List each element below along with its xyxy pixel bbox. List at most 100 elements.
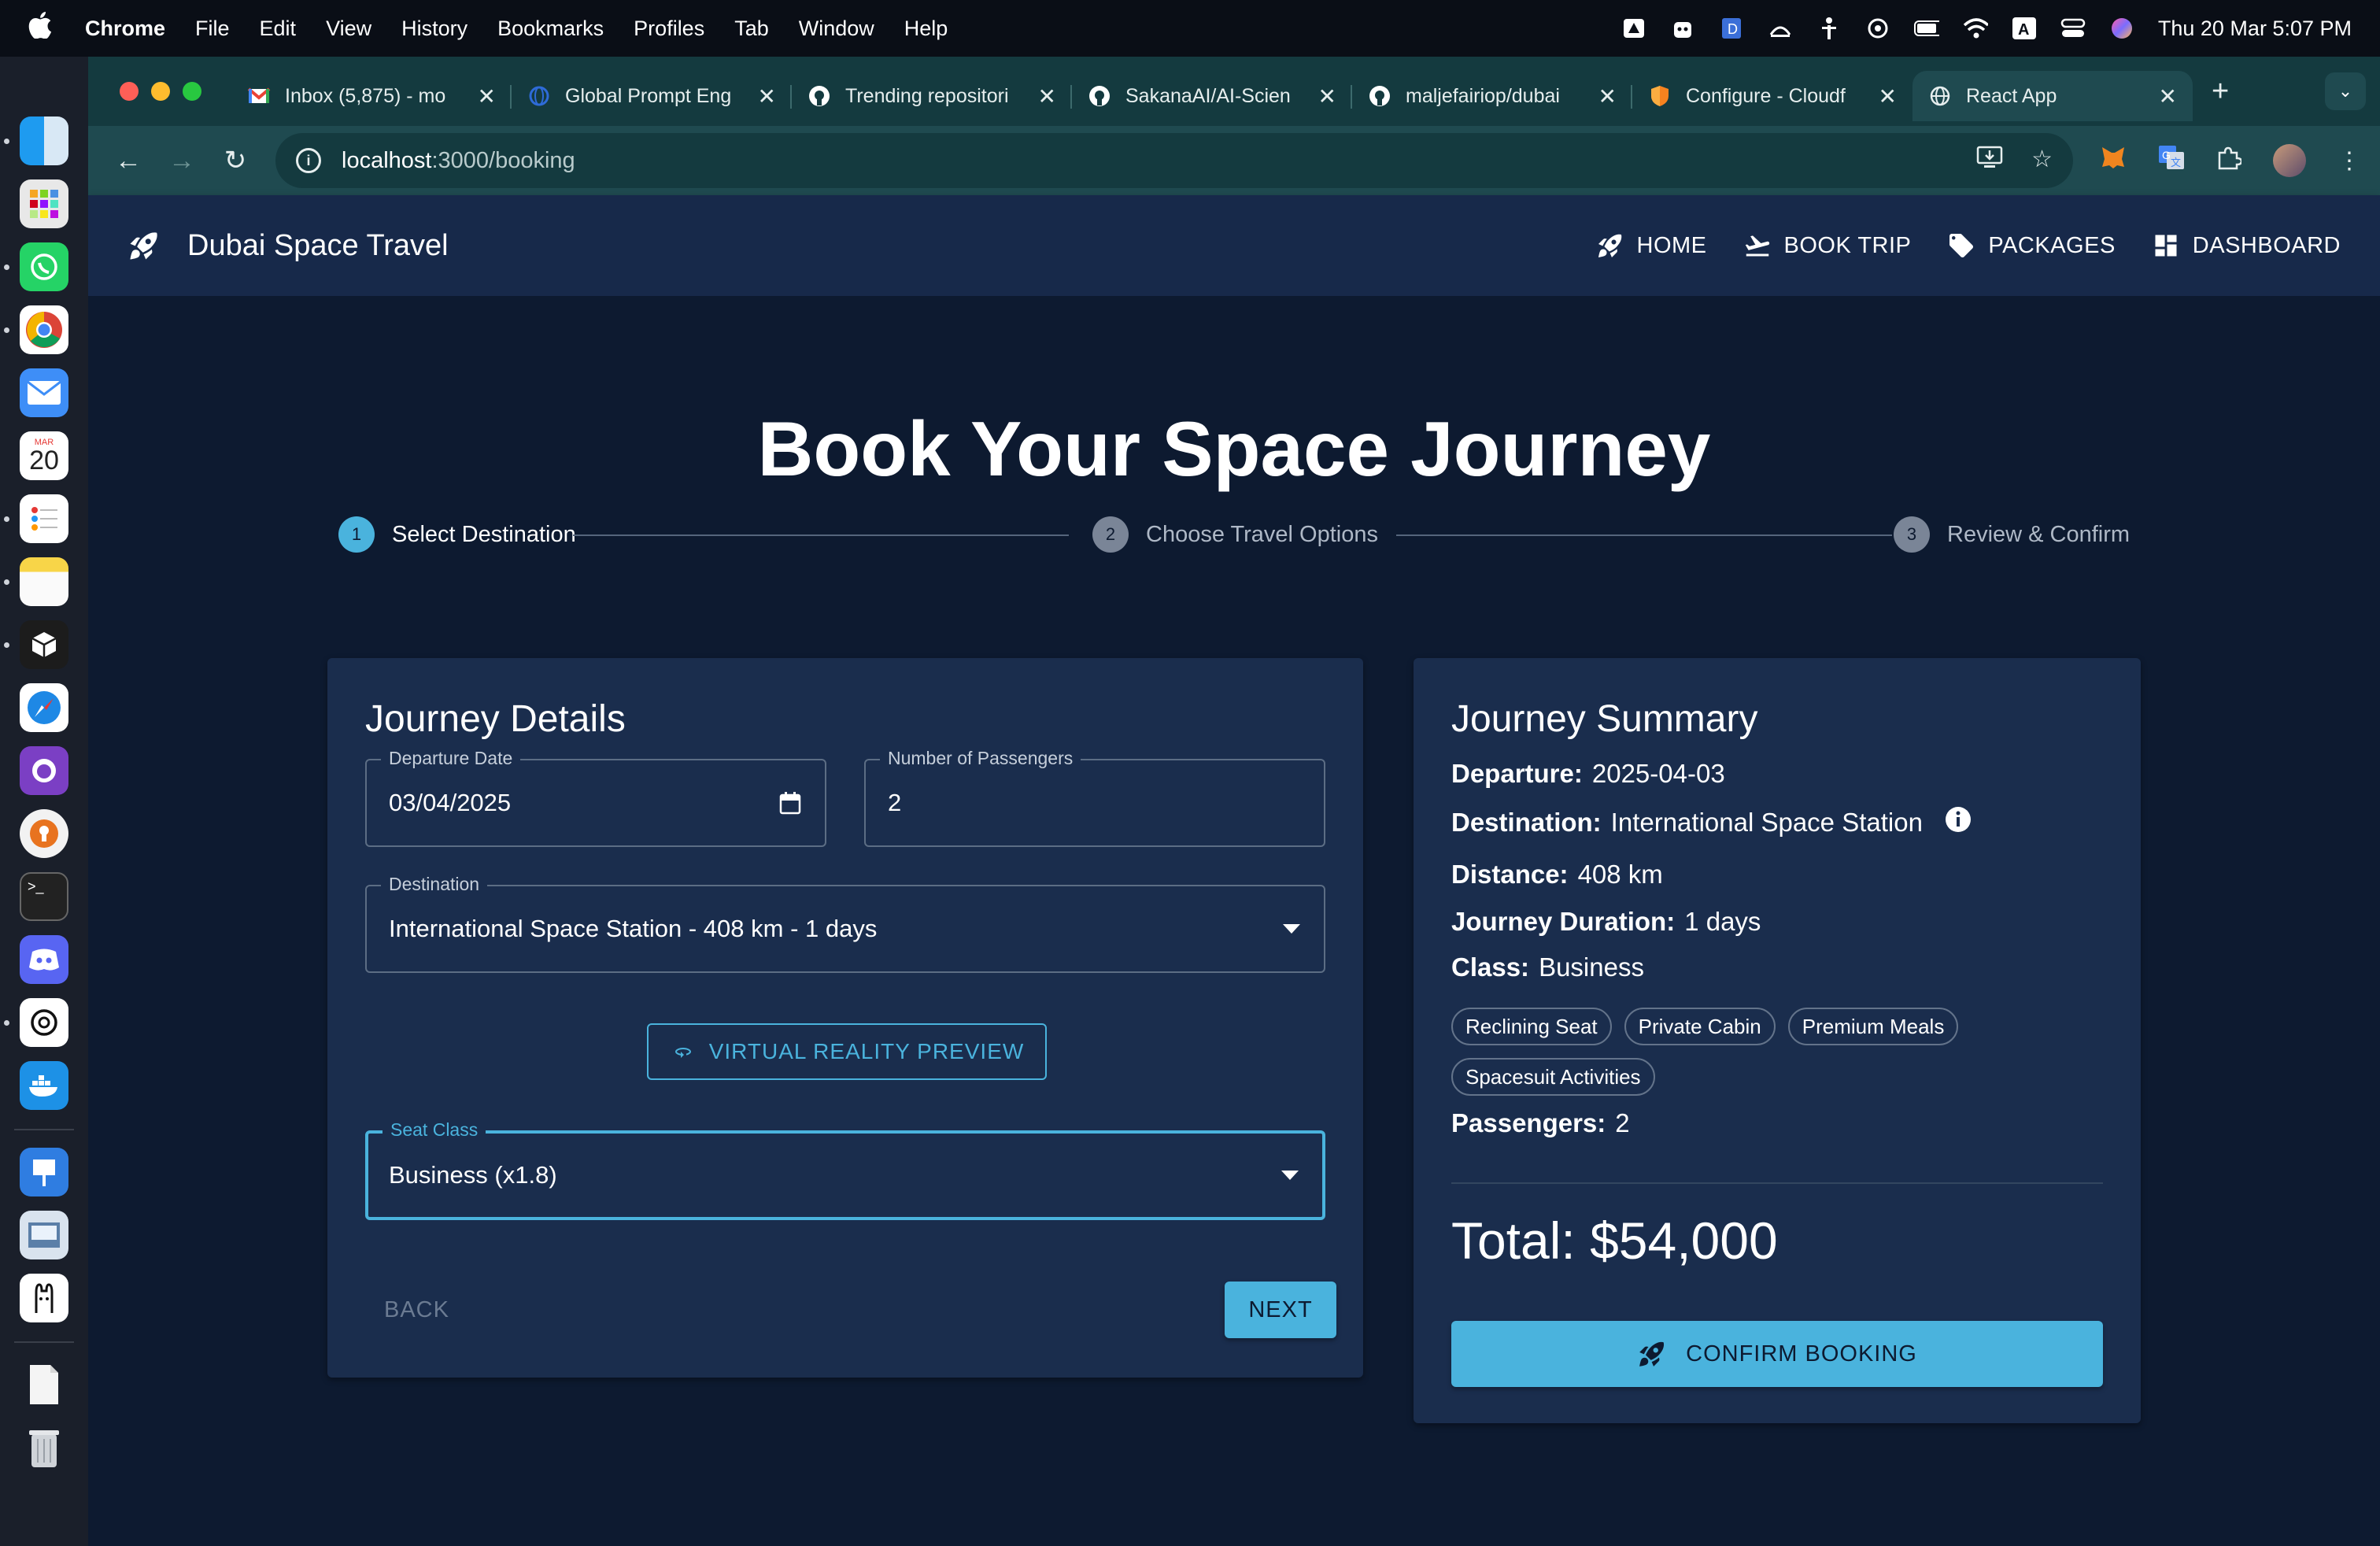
calendar-icon[interactable] — [779, 760, 801, 845]
trash-icon[interactable] — [20, 1423, 68, 1472]
menu-file[interactable]: File — [195, 17, 230, 41]
notes-icon[interactable] — [4, 557, 68, 606]
documents-folder-icon[interactable] — [20, 1360, 68, 1409]
close-tab-icon[interactable]: ✕ — [1318, 83, 1336, 109]
zoom-window-button[interactable] — [183, 82, 201, 101]
control-center-icon[interactable] — [2060, 16, 2086, 41]
install-app-icon[interactable] — [1976, 146, 2003, 176]
dropdown-arrow-icon[interactable] — [1281, 1134, 1299, 1217]
confirm-booking-button[interactable]: CONFIRM BOOKING — [1451, 1321, 2103, 1387]
keyhole-app-icon[interactable] — [20, 809, 68, 858]
seat-class-select[interactable]: Seat Class Business (x1.8) — [365, 1119, 1325, 1220]
tab-global-prompt[interactable]: Global Prompt Eng ✕ — [512, 71, 792, 121]
address-bar[interactable]: i localhost:3000/booking ☆ — [275, 133, 2073, 188]
tab-sakana[interactable]: SakanaAI/AI-Scien ✕ — [1072, 71, 1352, 121]
menu-profiles[interactable]: Profiles — [634, 17, 704, 41]
back-button[interactable]: BACK — [384, 1297, 449, 1323]
stage-icon[interactable] — [1768, 16, 1793, 41]
mail-icon[interactable] — [20, 368, 68, 417]
dropdown-arrow-icon[interactable] — [1283, 886, 1300, 971]
departure-date-field[interactable]: Departure Date 03/04/2025 — [365, 748, 826, 847]
destination-select[interactable]: Destination International Space Station … — [365, 874, 1325, 973]
launchpad-icon[interactable] — [20, 179, 68, 228]
github-icon — [1088, 84, 1111, 108]
close-tab-icon[interactable]: ✕ — [758, 83, 776, 109]
close-window-button[interactable] — [120, 82, 139, 101]
tab-react-app[interactable]: React App ✕ — [1913, 71, 2193, 121]
keynote-icon[interactable] — [20, 1148, 68, 1196]
docker-icon[interactable] — [20, 1061, 68, 1110]
nav-book-trip[interactable]: BOOK TRIP — [1743, 231, 1912, 260]
journey-summary-heading: Journey Summary — [1451, 698, 1758, 740]
forward-arrow-icon[interactable]: → — [161, 139, 203, 183]
finder-icon[interactable] — [4, 117, 68, 165]
drive-icon[interactable] — [1621, 16, 1646, 41]
close-tab-icon[interactable]: ✕ — [1879, 83, 1897, 109]
calendar-icon[interactable]: MAR 20 — [20, 431, 68, 480]
svg-text:文: 文 — [2171, 157, 2181, 168]
wifi-icon[interactable] — [1963, 16, 1988, 41]
ollama-icon[interactable] — [20, 1274, 68, 1322]
accessibility-icon[interactable] — [1816, 16, 1842, 41]
menu-edit[interactable]: Edit — [260, 17, 297, 41]
close-tab-icon[interactable]: ✕ — [2159, 83, 2177, 109]
dictionary-icon[interactable]: D — [1719, 16, 1744, 41]
new-tab-icon[interactable]: + — [2212, 75, 2229, 109]
menu-history[interactable]: History — [401, 17, 468, 41]
menu-chrome[interactable]: Chrome — [85, 17, 165, 41]
next-button[interactable]: NEXT — [1225, 1282, 1336, 1338]
step-select-destination[interactable]: 1 Select Destination — [338, 516, 576, 553]
tab-dubai-repo[interactable]: maljefairiop/dubai ✕ — [1352, 71, 1632, 121]
nav-dashboard-label: DASHBOARD — [2192, 232, 2341, 258]
tab-cloudflare[interactable]: Configure - Cloudf ✕ — [1632, 71, 1913, 121]
metamask-fox-icon[interactable] — [2100, 145, 2127, 176]
menubar-clock[interactable]: Thu 20 Mar 5:07 PM — [2158, 17, 2352, 41]
menu-window[interactable]: Window — [799, 17, 874, 41]
vr-preview-button[interactable]: VIRTUAL REALITY PREVIEW — [647, 1023, 1047, 1080]
tab-gmail[interactable]: Inbox (5,875) - mo ✕ — [231, 71, 512, 121]
extensions-puzzle-icon[interactable] — [2216, 145, 2243, 176]
tab-trending[interactable]: Trending repositori ✕ — [792, 71, 1072, 121]
passengers-label: Number of Passengers — [880, 748, 1081, 769]
reminders-icon[interactable] — [4, 494, 68, 543]
whatsapp-icon[interactable] — [4, 242, 68, 291]
discord-icon[interactable] — [20, 935, 68, 984]
more-menu-icon[interactable]: ⋮ — [2338, 147, 2361, 175]
apple-menu-icon[interactable] — [28, 11, 54, 46]
minimize-window-button[interactable] — [151, 82, 170, 101]
siri-icon[interactable] — [2109, 16, 2134, 41]
menu-bookmarks[interactable]: Bookmarks — [497, 17, 604, 41]
close-tab-icon[interactable]: ✕ — [1038, 83, 1056, 109]
bookmark-star-icon[interactable]: ☆ — [2031, 146, 2053, 176]
info-icon[interactable] — [1945, 806, 1972, 839]
passengers-field[interactable]: Number of Passengers 2 — [864, 748, 1325, 847]
step-choose-travel-options[interactable]: 2 Choose Travel Options — [1092, 516, 1378, 553]
tab-search-chevron-icon[interactable]: ⌄ — [2325, 72, 2366, 110]
menu-tab[interactable]: Tab — [734, 17, 769, 41]
nav-home[interactable]: HOME — [1596, 231, 1707, 260]
menu-help[interactable]: Help — [904, 17, 948, 41]
github-desktop-icon[interactable] — [20, 746, 68, 795]
chrome-icon[interactable] — [4, 305, 68, 354]
close-tab-icon[interactable]: ✕ — [1598, 83, 1617, 109]
cube-app-icon[interactable] — [4, 620, 68, 669]
chatgpt-icon[interactable] — [4, 998, 68, 1047]
close-tab-icon[interactable]: ✕ — [478, 83, 496, 109]
nav-packages[interactable]: PACKAGES — [1947, 231, 2115, 260]
profile-avatar[interactable] — [2273, 144, 2306, 177]
battery-icon[interactable] — [1913, 16, 1939, 41]
reload-icon[interactable]: ↻ — [214, 139, 257, 183]
brand[interactable]: Dubai Space Travel — [128, 229, 449, 263]
openai-icon[interactable] — [1865, 16, 1890, 41]
input-source-icon[interactable]: A — [2012, 16, 2037, 41]
back-arrow-icon[interactable]: ← — [107, 139, 150, 183]
menu-view[interactable]: View — [326, 17, 371, 41]
safari-icon[interactable] — [20, 683, 68, 732]
translate-icon[interactable]: G文 — [2158, 145, 2185, 176]
preview-icon[interactable] — [20, 1211, 68, 1259]
step-review-confirm[interactable]: 3 Review & Confirm — [1894, 516, 2130, 553]
robot-icon[interactable] — [1670, 16, 1695, 41]
site-info-icon[interactable]: i — [296, 148, 321, 173]
nav-dashboard[interactable]: DASHBOARD — [2152, 231, 2341, 260]
terminal-icon[interactable]: >_ — [20, 872, 68, 921]
